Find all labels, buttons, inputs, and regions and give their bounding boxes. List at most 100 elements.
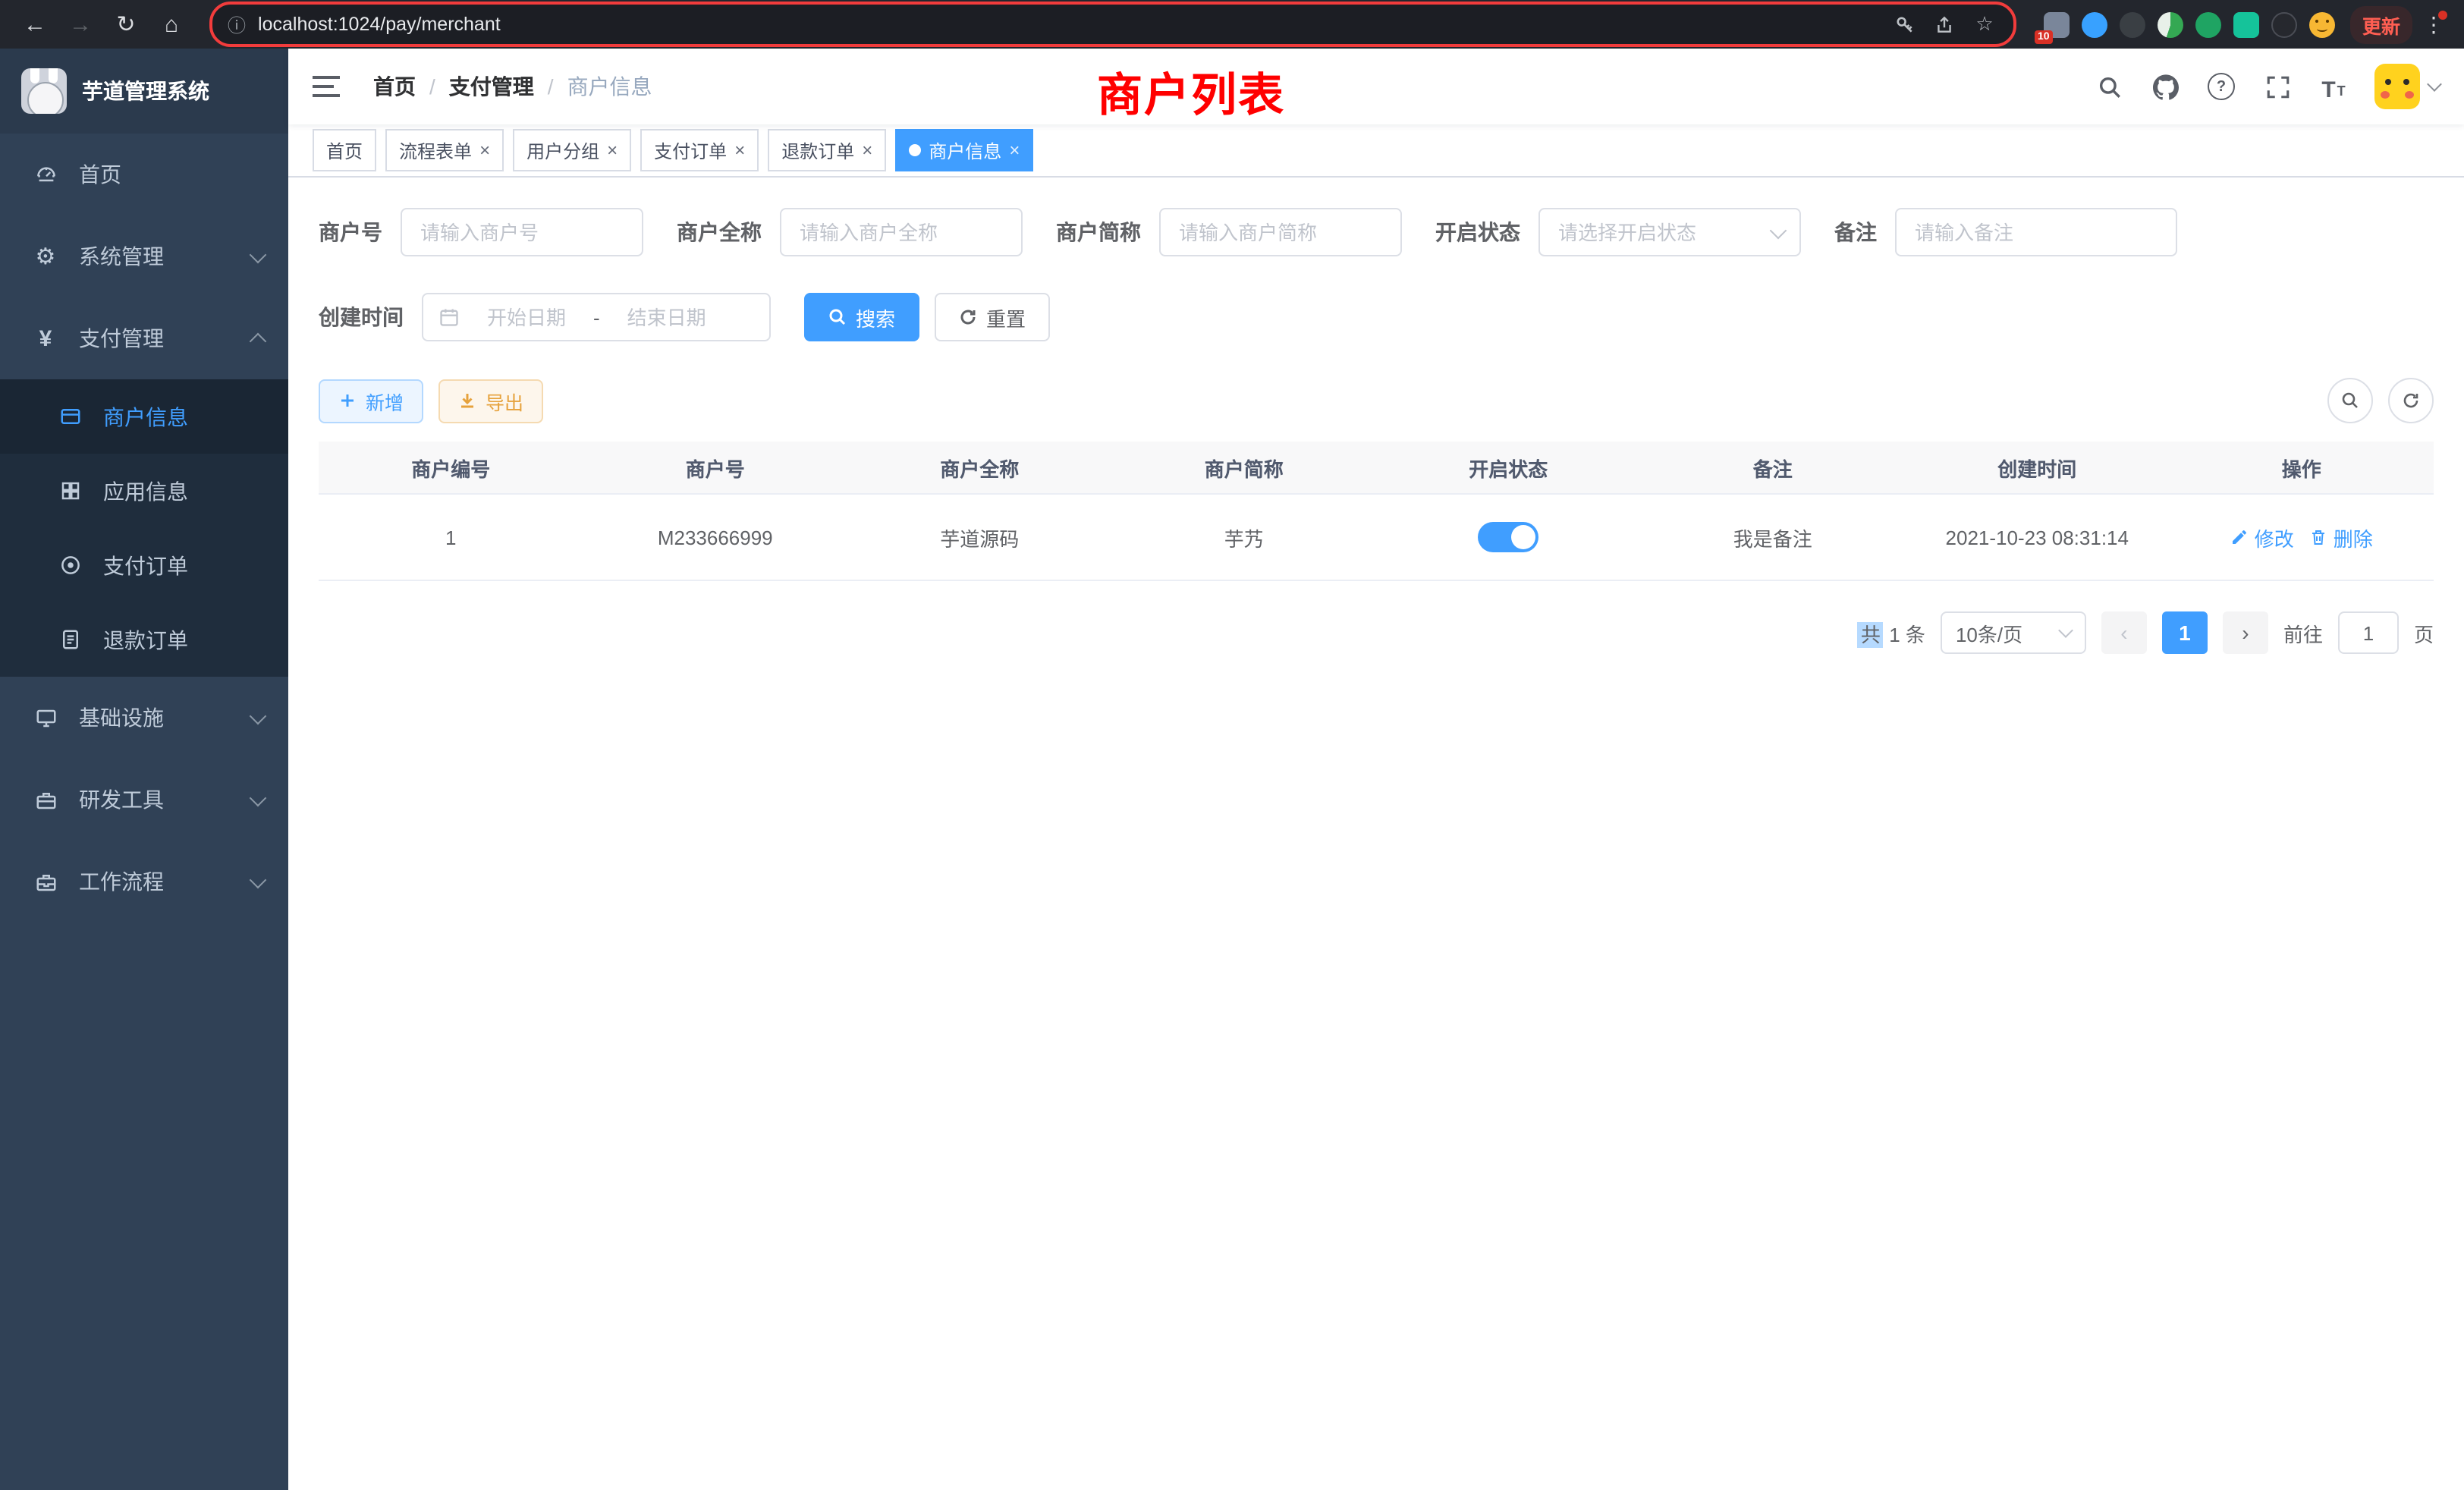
refresh-icon: [2402, 391, 2420, 410]
tab-home[interactable]: 首页: [313, 129, 376, 171]
chevron-down-icon: [2058, 623, 2073, 638]
fullscreen-icon[interactable]: [2262, 71, 2293, 102]
close-icon[interactable]: ×: [607, 141, 618, 159]
full-name-input[interactable]: [780, 208, 1023, 256]
sidebar-item-label: 首页: [79, 159, 264, 190]
extensions-puzzle-icon[interactable]: 10: [2044, 11, 2070, 37]
url-bar[interactable]: ⓘ localhost:1024/pay/merchant ☆: [209, 2, 2016, 47]
search-icon: [2341, 391, 2359, 410]
sidebar-item-label: 工作流程: [79, 866, 231, 897]
close-icon[interactable]: ×: [479, 141, 490, 159]
search-button[interactable]: 搜索: [804, 293, 919, 341]
font-size-icon[interactable]: TT: [2318, 71, 2349, 102]
sidebar-item-merchant-info[interactable]: 商户信息: [0, 379, 288, 454]
sidebar-item-infrastructure[interactable]: 基础设施: [0, 677, 288, 759]
password-key-icon[interactable]: [1892, 11, 1919, 38]
tab-process-form[interactable]: 流程表单 ×: [385, 129, 504, 171]
sidebar-item-refund-order[interactable]: 退款订单: [0, 602, 288, 677]
filter-label: 备注: [1834, 217, 1877, 247]
cell-short-name: 芋艿: [1112, 495, 1377, 580]
sidebar-item-app-info[interactable]: 应用信息: [0, 454, 288, 528]
delete-link[interactable]: 删除: [2309, 523, 2373, 552]
tab-label: 商户信息: [929, 137, 1001, 163]
status-select-input[interactable]: [1538, 208, 1801, 256]
chrome-update-button[interactable]: 更新: [2350, 5, 2412, 43]
target-icon: [58, 553, 82, 577]
extension-dark-icon[interactable]: [2120, 11, 2145, 37]
back-icon[interactable]: ←: [15, 5, 55, 44]
sidebar-toggle-icon[interactable]: [313, 76, 340, 97]
sidebar-item-payment-management[interactable]: ¥ 支付管理: [0, 297, 288, 379]
start-date-input[interactable]: [469, 304, 584, 330]
filter-remark: 备注: [1834, 208, 2177, 256]
date-range-picker[interactable]: -: [422, 293, 771, 341]
chevron-down-icon: [2427, 77, 2442, 92]
user-menu[interactable]: [2374, 64, 2440, 109]
close-icon[interactable]: ×: [862, 141, 872, 159]
breadcrumb-home[interactable]: 首页: [373, 71, 416, 102]
remark-input[interactable]: [1895, 208, 2177, 256]
tab-user-group[interactable]: 用户分组 ×: [513, 129, 631, 171]
prev-page-button[interactable]: ‹: [2101, 611, 2147, 654]
extension-knot-icon[interactable]: [2271, 11, 2297, 37]
edit-link[interactable]: 修改: [2230, 523, 2294, 552]
refresh-table-button[interactable]: [2388, 378, 2434, 423]
tab-merchant-info[interactable]: 商户信息 ×: [895, 129, 1033, 171]
calendar-icon: [438, 306, 460, 328]
status-select[interactable]: [1538, 208, 1801, 256]
add-button[interactable]: 新增: [319, 379, 423, 423]
sidebar-item-label: 系统管理: [79, 241, 231, 272]
browser-menu-alert-dot: [2438, 10, 2447, 19]
sidebar-item-workflow[interactable]: 工作流程: [0, 841, 288, 923]
browser-menu-icon[interactable]: ⋮: [2418, 11, 2449, 37]
page-size-select[interactable]: 10条/页: [1941, 611, 2086, 654]
extension-green-circle-icon[interactable]: [2195, 11, 2221, 37]
sidebar-item-dev-tools[interactable]: 研发工具: [0, 759, 288, 841]
sidebar-item-payment-order[interactable]: 支付订单: [0, 528, 288, 602]
page-1-button[interactable]: 1: [2162, 611, 2208, 654]
top-navbar: 首页 / 支付管理 / 商户信息 ?: [288, 49, 2464, 124]
forward-icon[interactable]: →: [61, 5, 100, 44]
toggle-search-button[interactable]: [2327, 378, 2373, 423]
refresh-icon: [959, 308, 977, 326]
goto-page-input[interactable]: [2338, 611, 2399, 654]
close-icon[interactable]: ×: [734, 141, 745, 159]
export-button[interactable]: 导出: [438, 379, 543, 423]
home-icon[interactable]: ⌂: [152, 5, 191, 44]
sidebar-item-home[interactable]: 首页: [0, 134, 288, 215]
tab-payment-order[interactable]: 支付订单 ×: [640, 129, 759, 171]
extension-green-square-icon[interactable]: [2233, 11, 2259, 37]
app-logo-row[interactable]: 芋道管理系统: [0, 49, 288, 134]
search-icon[interactable]: [2094, 71, 2124, 102]
close-icon[interactable]: ×: [1009, 141, 1020, 159]
download-icon: [458, 391, 476, 410]
export-button-label: 导出: [486, 386, 523, 415]
github-icon[interactable]: [2150, 71, 2180, 102]
extension-multicolor-icon[interactable]: [2158, 11, 2183, 37]
filter-row-2: 创建时间 - 搜索 重置: [319, 293, 2434, 341]
filter-label: 商户简称: [1056, 217, 1141, 247]
goto-suffix: 页: [2414, 618, 2434, 647]
extension-droplet-icon[interactable]: [2082, 11, 2107, 37]
extension-face-icon[interactable]: [2309, 11, 2335, 37]
status-toggle[interactable]: [1478, 522, 1538, 552]
end-date-input[interactable]: [609, 304, 724, 330]
site-info-icon[interactable]: ⓘ: [228, 11, 246, 37]
breadcrumb-payment[interactable]: 支付管理: [449, 71, 534, 102]
share-icon[interactable]: [1931, 11, 1959, 38]
cell-status: [1376, 495, 1641, 580]
tab-refund-order[interactable]: 退款订单 ×: [768, 129, 886, 171]
browser-toolbar: ← → ↻ ⌂ ⓘ localhost:1024/pay/merchant ☆ …: [0, 0, 2464, 49]
next-page-button[interactable]: ›: [2223, 611, 2268, 654]
filter-status: 开启状态: [1435, 208, 1801, 256]
reset-button[interactable]: 重置: [935, 293, 1050, 341]
toolbox-icon: [33, 787, 58, 812]
help-icon[interactable]: ?: [2206, 71, 2236, 102]
pencil-icon: [2230, 528, 2249, 546]
tab-label: 流程表单: [399, 137, 472, 163]
short-name-input[interactable]: [1159, 208, 1402, 256]
bookmark-star-icon[interactable]: ☆: [1971, 11, 1998, 38]
merchant-no-input[interactable]: [401, 208, 643, 256]
reload-icon[interactable]: ↻: [106, 5, 146, 44]
sidebar-item-system-management[interactable]: ⚙ 系统管理: [0, 215, 288, 297]
